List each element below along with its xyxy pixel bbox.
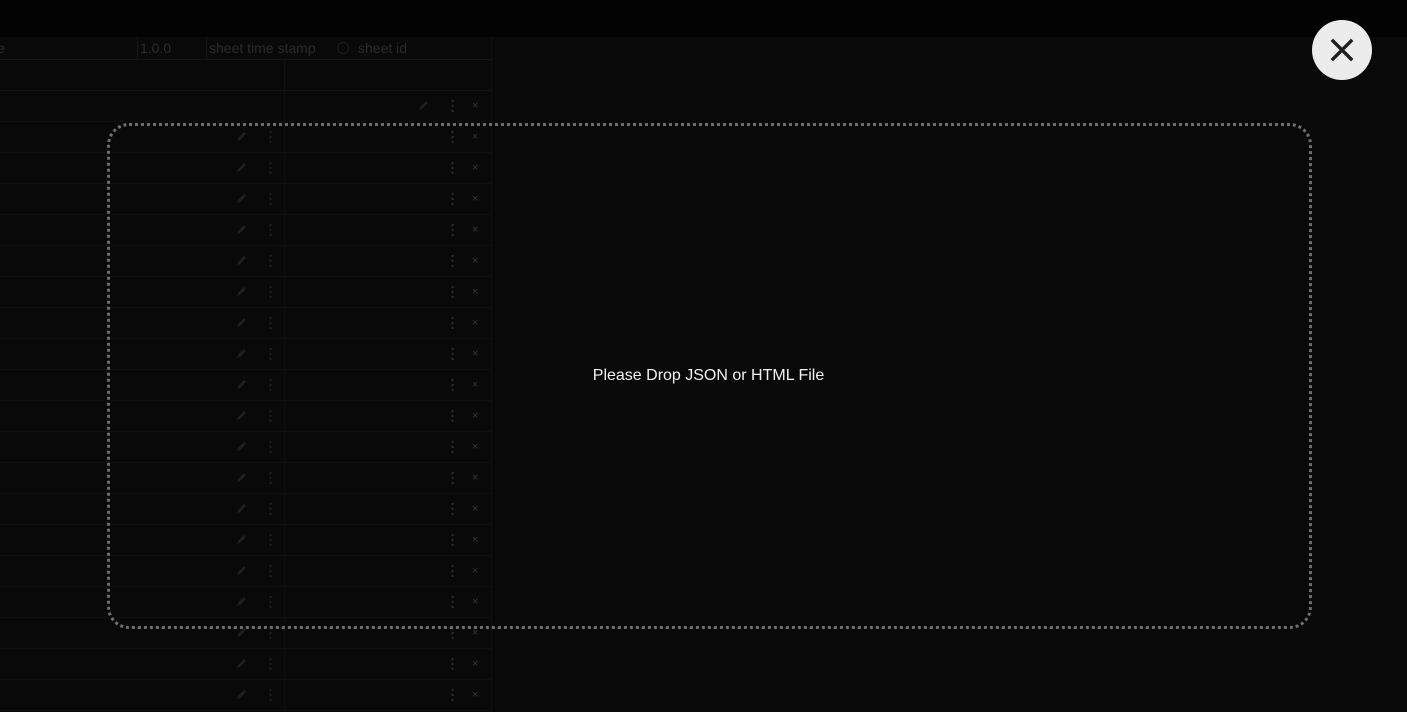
drop-overlay: Please Drop JSON or HTML File [0,0,1407,712]
close-button[interactable] [1312,20,1372,80]
app-root: le 1.0.0 sheet time stamp sheet id ×××××… [0,0,1407,712]
file-drop-zone[interactable]: Please Drop JSON or HTML File [107,123,1312,629]
close-icon [1330,38,1354,62]
drop-message: Please Drop JSON or HTML File [592,367,825,384]
